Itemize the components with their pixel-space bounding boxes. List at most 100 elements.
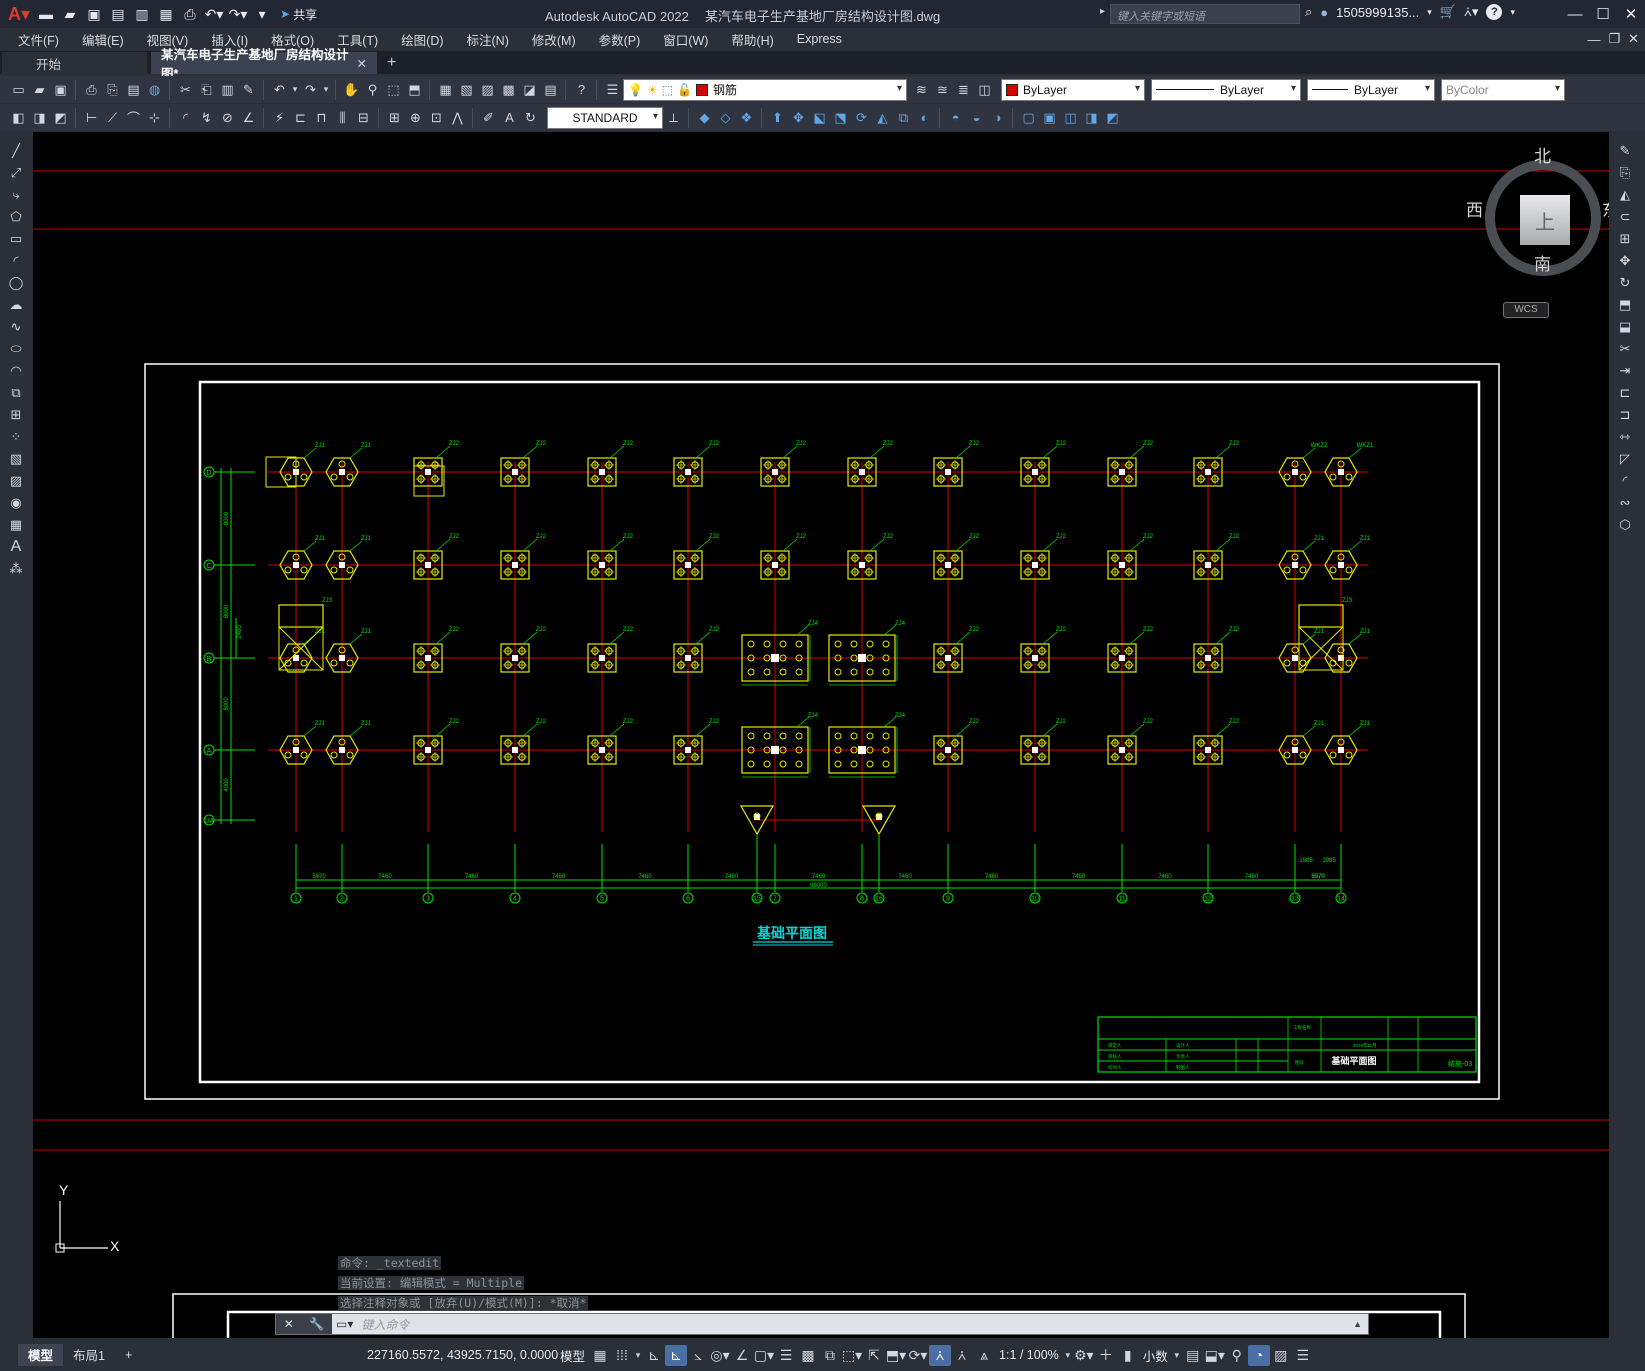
isodraft-icon[interactable]: ◎▾ — [709, 1345, 731, 1366]
user-icon[interactable]: ● — [1320, 5, 1328, 20]
viewcube[interactable]: 上 北 南 西 东 — [1463, 140, 1609, 310]
annotation-visibility-icon[interactable]: ⩑ — [929, 1344, 952, 1366]
design-web-icon[interactable]: ◍ — [144, 79, 165, 100]
tolerance-icon[interactable]: ⊞ — [384, 107, 405, 128]
selection-cycling-icon[interactable]: ⧉ — [819, 1345, 841, 1366]
object-snap-icon[interactable]: ▢▾ — [753, 1345, 775, 1366]
dimension-text-edit-icon[interactable]: A — [499, 107, 520, 128]
slice-icon[interactable]: ◫ — [1060, 107, 1081, 128]
layer-previous-icon[interactable]: ≊ — [932, 79, 953, 100]
graphics-performance-icon[interactable]: ◔ — [1247, 1344, 1270, 1366]
qat-more-icon[interactable]: ▾ — [250, 3, 274, 25]
snap-dropdown-icon[interactable]: ▾ — [633, 1345, 643, 1366]
radius-icon[interactable]: ◜ — [175, 107, 196, 128]
chamfer-icon[interactable]: ◸ — [1615, 448, 1636, 469]
plot-icon[interactable]: ⎙ — [178, 3, 202, 25]
transparency-icon[interactable]: ▩ — [797, 1345, 819, 1366]
shell-icon[interactable]: ▢ — [1018, 107, 1039, 128]
erase-icon[interactable]: ✎ — [1615, 140, 1636, 161]
linetype-dropdown[interactable]: ByLayer ▾ — [1151, 78, 1301, 101]
color-faces-icon[interactable]: ◐ — [914, 107, 935, 128]
clean-icon[interactable]: ◒ — [966, 107, 987, 128]
new-icon[interactable]: ▬ — [34, 3, 58, 25]
copy-icon[interactable]: ⎗ — [196, 79, 217, 100]
jogged-linear-icon[interactable]: ⋀ — [447, 107, 468, 128]
publish-icon[interactable]: ▤ — [123, 79, 144, 100]
save-icon[interactable]: ▣ — [82, 3, 106, 25]
inspection-icon[interactable]: ⊡ — [426, 107, 447, 128]
minimize-icon[interactable]: — — [1561, 0, 1589, 28]
zoom-previous-icon[interactable]: ⬒ — [404, 79, 425, 100]
autocad-logo-icon[interactable]: A▾ — [4, 2, 34, 26]
check-icon[interactable]: ▣ — [1039, 107, 1060, 128]
units-dropdown[interactable]: 小数 — [1139, 1346, 1172, 1365]
offset-faces-icon[interactable]: ⬕ — [809, 107, 830, 128]
units-icon[interactable]: ▮ — [1117, 1345, 1139, 1366]
multiline-text-icon[interactable]: A — [6, 536, 27, 557]
sheet-set-icon[interactable]: ▩ — [498, 79, 519, 100]
match-properties-icon[interactable]: ✎ — [238, 79, 259, 100]
cart-icon[interactable]: 🛒 — [1440, 4, 1456, 20]
revision-cloud-icon[interactable]: ☁ — [6, 294, 27, 315]
grid-icon[interactable]: ▦ — [589, 1345, 611, 1366]
line-icon[interactable]: ╱ — [6, 140, 27, 161]
scale-icon[interactable]: ⬒ — [1615, 294, 1636, 315]
open-web-icon[interactable]: ▥ — [130, 3, 154, 25]
save-as-icon[interactable]: ▤ — [106, 3, 130, 25]
arc-length-icon[interactable]: ⌒ — [123, 107, 144, 128]
separate-icon[interactable]: ◑ — [987, 107, 1008, 128]
help-icon[interactable]: ? — [1486, 4, 1503, 20]
tab-start[interactable]: 开始 — [2, 52, 147, 74]
ordinate-icon[interactable]: ⊹ — [144, 107, 165, 128]
compass-east[interactable]: 东 — [1602, 196, 1609, 221]
redo-icon[interactable]: ↷▾ — [226, 3, 250, 25]
compass-west[interactable]: 西 — [1466, 196, 1483, 221]
cut-icon[interactable]: ✂ — [175, 79, 196, 100]
new-tab-button[interactable]: + — [387, 52, 396, 74]
compass-north[interactable]: 北 — [1534, 142, 1551, 167]
workspace-gear-icon[interactable]: ⚙▾ — [1073, 1345, 1095, 1366]
coordinate-readout[interactable]: 227160.5572, 43925.7150, 0.0000 — [367, 1348, 558, 1362]
polar-icon[interactable]: ⦣ — [687, 1345, 709, 1366]
undo-icon[interactable]: ↶▾ — [202, 3, 226, 25]
isolate-objects-icon[interactable]: ⚲ — [1226, 1345, 1248, 1366]
ellipse-icon[interactable]: ⬭ — [6, 338, 27, 359]
layer-viewport-icon[interactable]: ⬚ — [662, 83, 673, 97]
add-layout-button[interactable]: + — [115, 1344, 142, 1366]
menu-help[interactable]: 帮助(H) — [731, 30, 773, 49]
spline-icon[interactable]: ∿ — [6, 316, 27, 337]
tool-palettes-icon[interactable]: ▨ — [477, 79, 498, 100]
layer-freeze-icon[interactable]: ☀ — [647, 83, 658, 97]
compass-south[interactable]: 南 — [1534, 250, 1551, 275]
plot-icon[interactable]: ⎙ — [81, 79, 102, 100]
offset-icon[interactable]: ⊂ — [1615, 206, 1636, 227]
paste-icon[interactable]: ▥ — [217, 79, 238, 100]
menu-draw[interactable]: 绘图(D) — [401, 30, 443, 49]
lineweight-dropdown[interactable]: ByLayer ▾ — [1307, 78, 1435, 101]
break-icon[interactable]: ⊐ — [1615, 404, 1636, 425]
doc-close-icon[interactable]: ✕ — [1628, 31, 1639, 47]
table-icon[interactable]: ▦ — [6, 514, 27, 535]
polygon-icon[interactable]: ⬠ — [6, 206, 27, 227]
menu-parametric[interactable]: 参数(P) — [599, 30, 641, 49]
markup-icon[interactable]: ◪ — [519, 79, 540, 100]
trim-icon[interactable]: ✂ — [1615, 338, 1636, 359]
annotation-monitor-icon[interactable]: ＋ — [1095, 1345, 1117, 1366]
user-dropdown-icon[interactable]: ▾ — [1427, 7, 1432, 18]
rotate-icon[interactable]: ↻ — [1615, 272, 1636, 293]
ortho-icon[interactable]: ⊾ — [665, 1344, 688, 1366]
plot-preview-icon[interactable]: ⎘ — [102, 79, 123, 100]
layer-on-icon[interactable]: 💡 — [628, 83, 643, 97]
pan-icon[interactable]: ✋ — [341, 79, 362, 100]
center-mark-icon[interactable]: ⊕ — [405, 107, 426, 128]
copy-faces-icon[interactable]: ⧉ — [893, 107, 914, 128]
model-space-button[interactable]: 模型 — [556, 1346, 589, 1365]
tab-model[interactable]: 模型 — [18, 1343, 64, 1366]
menu-modify[interactable]: 修改(M) — [532, 30, 576, 49]
hatch-icon[interactable]: ▧ — [6, 448, 27, 469]
menu-window[interactable]: 窗口(W) — [663, 30, 708, 49]
help-icon[interactable]: ? — [571, 79, 592, 100]
undo-icon[interactable]: ↶ — [269, 79, 290, 100]
command-input[interactable]: 键入命令 — [361, 1316, 409, 1333]
explode-icon[interactable]: ⬡ — [1615, 514, 1636, 535]
